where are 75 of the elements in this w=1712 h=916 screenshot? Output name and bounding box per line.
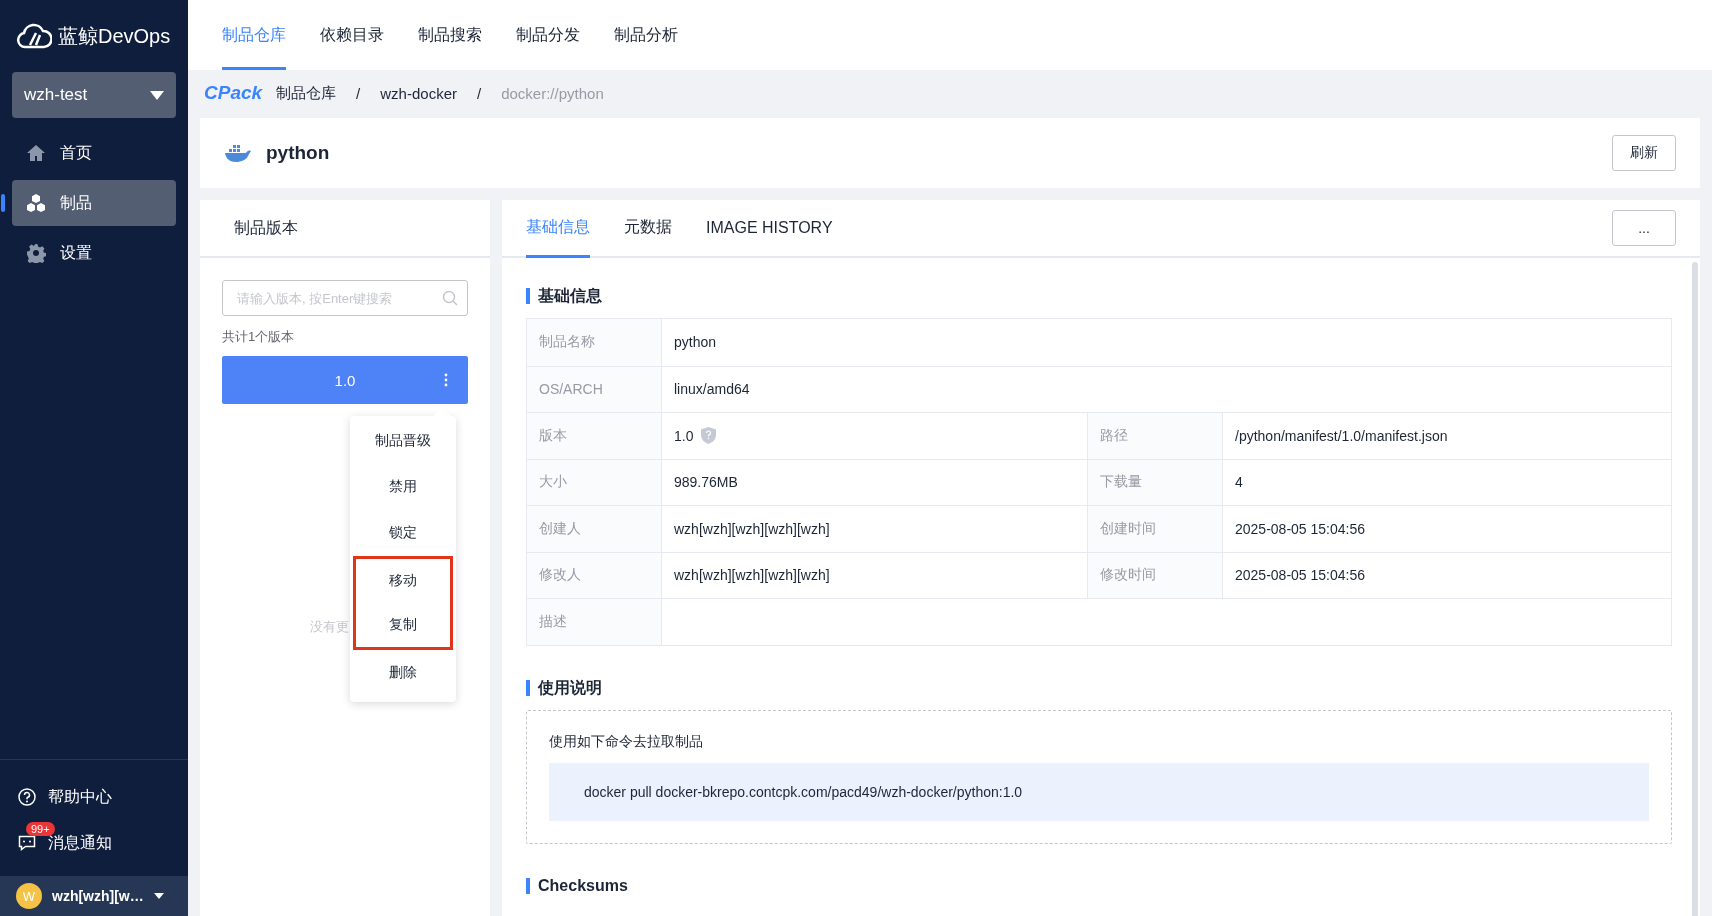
menu-item[interactable]: 制品晋级 bbox=[350, 418, 456, 464]
menu-item[interactable]: 锁定 bbox=[350, 510, 456, 556]
top-tab[interactable]: 制品分析 bbox=[614, 0, 678, 70]
active-indicator bbox=[1, 194, 5, 212]
table-cell: 1.0 bbox=[674, 427, 694, 444]
breadcrumb-item[interactable]: wzh-docker bbox=[380, 84, 457, 102]
scrollbar[interactable] bbox=[1692, 262, 1698, 916]
caret-icon bbox=[150, 90, 164, 100]
no-more-text: 没有更 bbox=[310, 618, 349, 636]
refresh-button[interactable]: 刷新 bbox=[1612, 135, 1676, 171]
version-count: 共计1个版本 bbox=[222, 328, 296, 346]
table-label: 大小 bbox=[527, 459, 662, 505]
table-cell: wzh[wzh][wzh][wzh][wzh] bbox=[674, 520, 830, 537]
table-label: 路径 bbox=[1088, 413, 1223, 459]
version-item[interactable]: 1.0 bbox=[222, 356, 468, 404]
table-label: OS/ARCH bbox=[527, 366, 662, 412]
cubes-icon bbox=[26, 193, 46, 213]
table-label: 描述 bbox=[527, 599, 662, 645]
usage-text: 使用如下命令去拉取制品 bbox=[549, 732, 704, 751]
user-menu[interactable]: W wzh[wzh][w… bbox=[0, 876, 188, 916]
top-tab[interactable]: 制品分发 bbox=[516, 0, 580, 70]
caret-icon bbox=[153, 893, 164, 899]
home-icon bbox=[26, 143, 46, 163]
table-cell: 989.76MB bbox=[674, 474, 738, 491]
top-tab[interactable]: 依赖目录 bbox=[320, 0, 384, 70]
table-label: 版本 bbox=[527, 413, 662, 459]
message-icon bbox=[18, 834, 36, 852]
table-cell: /python/manifest/1.0/manifest.json bbox=[1235, 427, 1448, 444]
panel-title: 制品版本 bbox=[234, 217, 298, 238]
footer-link[interactable]: 消息通知 99+ bbox=[0, 820, 188, 866]
top-tab[interactable]: 制品仓库 bbox=[222, 0, 286, 70]
menu-item[interactable]: 复制 bbox=[356, 603, 450, 647]
artifact-title: python bbox=[266, 142, 331, 164]
table-label: 制品名称 bbox=[527, 319, 662, 366]
avatar: W bbox=[16, 883, 42, 909]
table-label: 修改人 bbox=[527, 552, 662, 598]
table-cell: 2025-08-05 15:04:56 bbox=[1235, 567, 1365, 584]
settings-icon bbox=[26, 243, 46, 263]
kebab-icon[interactable] bbox=[444, 373, 448, 387]
command-block: docker pull docker-bkrepo.contcpk.com/pacd49/wzh-docker/python:1.0 bbox=[549, 762, 1649, 821]
breadcrumb-separator: / bbox=[356, 84, 361, 102]
table-label: 创建人 bbox=[527, 506, 662, 552]
section-title: Checksums bbox=[526, 877, 1672, 894]
table-cell: 2025-08-05 15:04:56 bbox=[1235, 520, 1365, 537]
table-label: 修改时间 bbox=[1088, 552, 1223, 598]
menu-item[interactable]: 移动 bbox=[356, 559, 450, 603]
app-logo-text: 蓝鲸DevOps bbox=[58, 23, 171, 49]
nav-item[interactable]: 设置 bbox=[12, 230, 176, 276]
table-cell: linux/amd64 bbox=[674, 381, 750, 398]
top-tab[interactable]: 制品搜索 bbox=[418, 0, 482, 70]
detail-tab[interactable]: 基础信息 bbox=[526, 200, 590, 258]
menu-item[interactable]: 删除 bbox=[350, 650, 456, 696]
project-select[interactable]: wzh-test bbox=[12, 72, 176, 118]
table-cell: 4 bbox=[1235, 474, 1243, 491]
footer-link[interactable]: 帮助中心 bbox=[0, 774, 188, 820]
breadcrumb-item: docker://python bbox=[501, 84, 604, 102]
count-badge: 99+ bbox=[26, 822, 55, 836]
detail-tab[interactable]: IMAGE HISTORY bbox=[706, 200, 833, 258]
detail-tab[interactable]: 元数据 bbox=[624, 200, 672, 258]
table-label: 下载量 bbox=[1088, 459, 1223, 505]
section-title: 基础信息 bbox=[526, 288, 1672, 304]
more-button[interactable]: ... bbox=[1612, 210, 1676, 246]
breadcrumb-item[interactable]: 制品仓库 bbox=[276, 83, 337, 103]
section-title: 使用说明 bbox=[526, 679, 1672, 696]
help-icon bbox=[18, 788, 36, 806]
table-cell: wzh[wzh][wzh][wzh][wzh] bbox=[674, 567, 830, 584]
menu-item[interactable]: 禁用 bbox=[350, 464, 456, 510]
breadcrumb-separator: / bbox=[477, 84, 482, 102]
table-cell: python bbox=[674, 334, 717, 351]
search-icon bbox=[442, 290, 458, 306]
whale-icon bbox=[224, 143, 252, 163]
cloud-logo-icon bbox=[16, 23, 52, 49]
nav-item[interactable]: 首页 bbox=[12, 130, 176, 176]
table-label: 创建时间 bbox=[1088, 506, 1223, 552]
brand-logo: CPack bbox=[204, 82, 263, 104]
